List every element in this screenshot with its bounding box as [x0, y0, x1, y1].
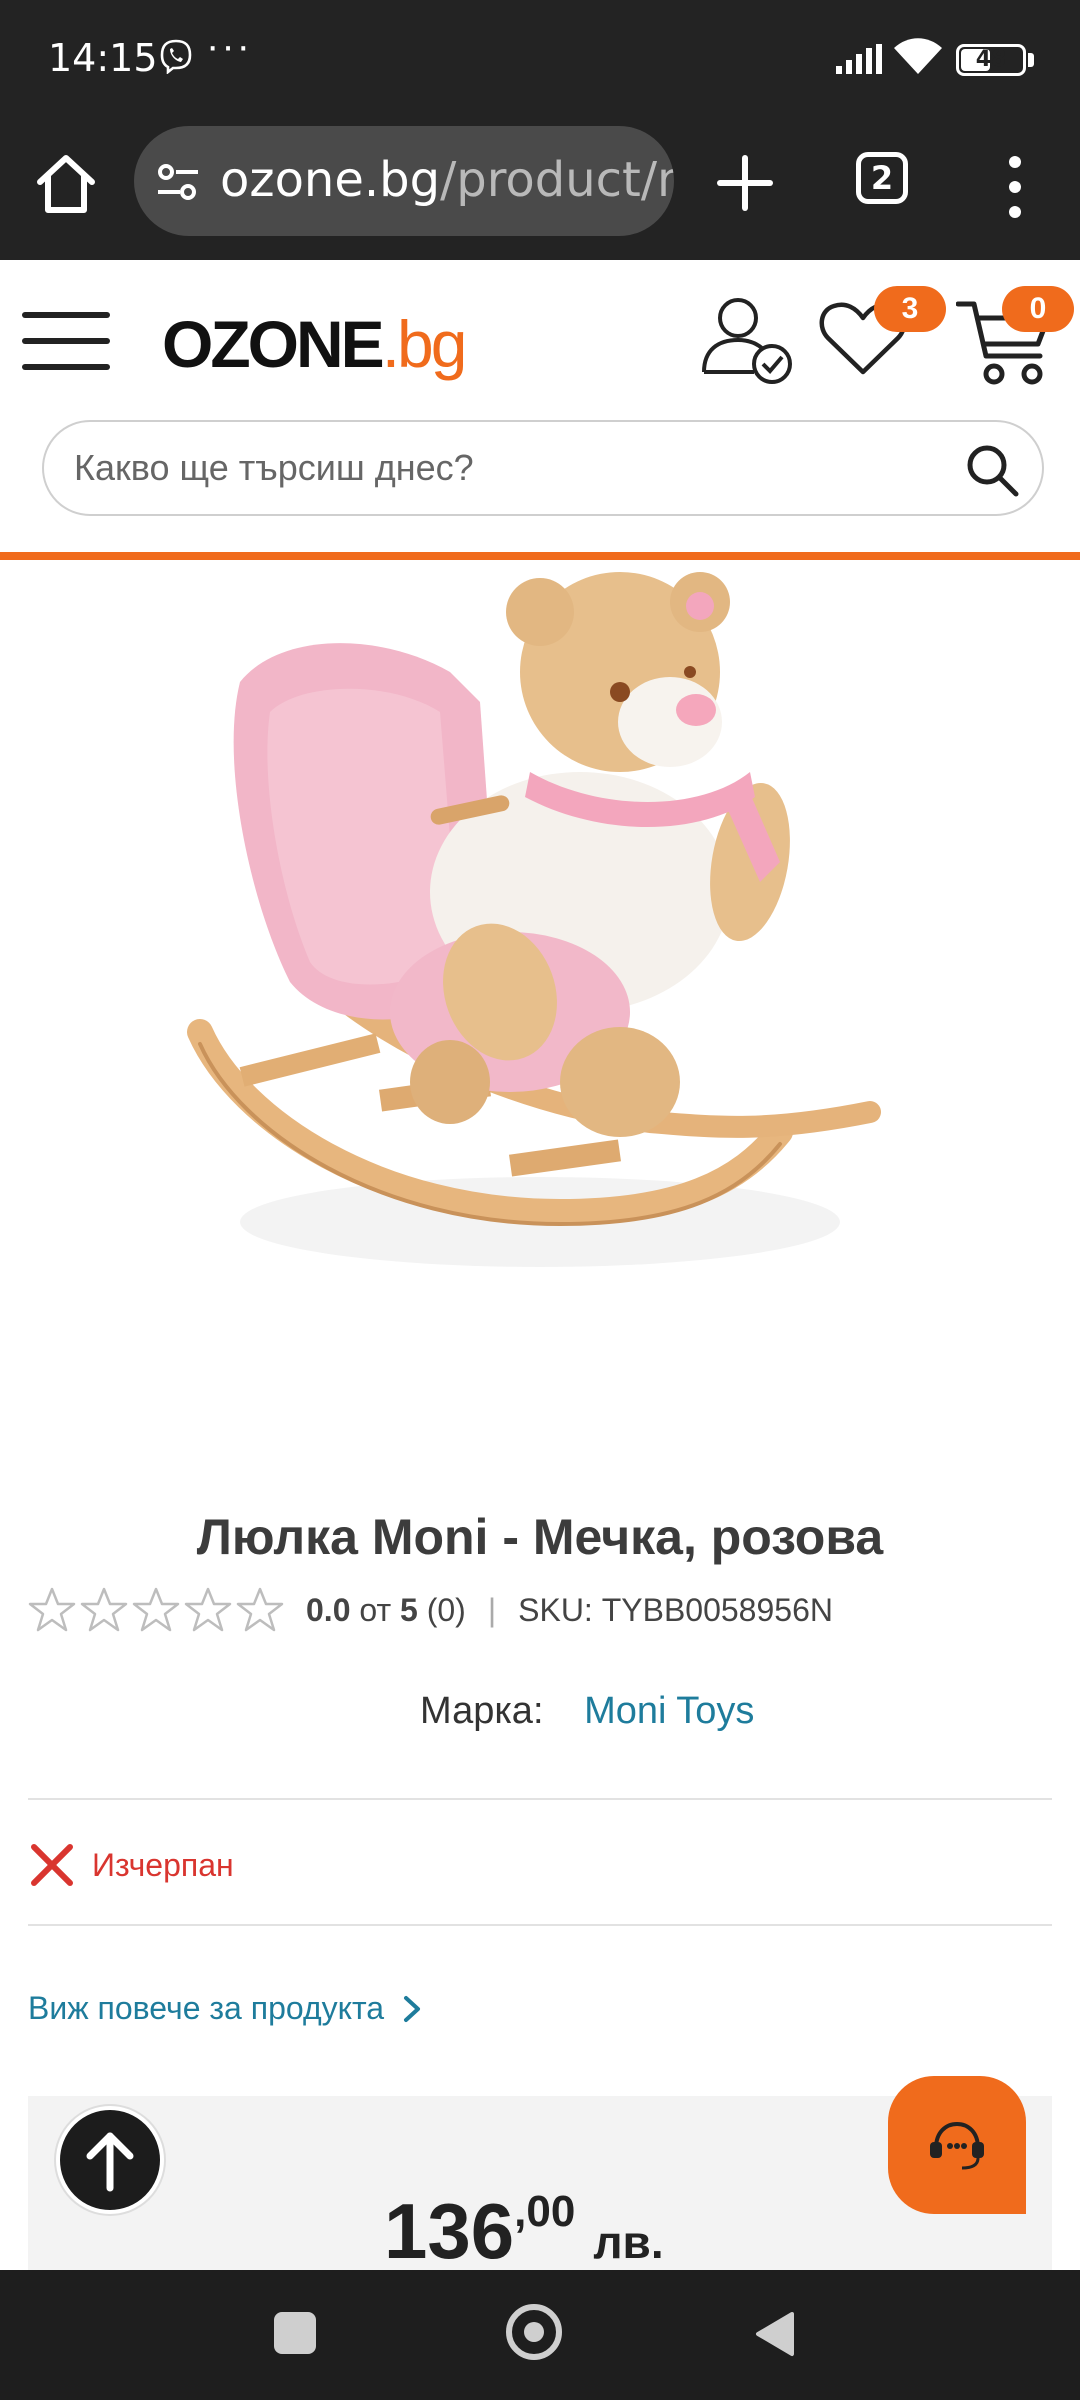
url-text: ozone.bg/product/n	[220, 152, 674, 208]
close-icon	[31, 1844, 73, 1886]
browser-toolbar: ozone.bg/product/n 2	[0, 118, 1080, 260]
rating-of: от	[350, 1592, 400, 1629]
cart-count-badge: 0	[1002, 286, 1074, 332]
price-currency: лв.	[593, 2216, 664, 2268]
viber-icon	[160, 39, 192, 74]
arrow-up-icon	[86, 2132, 134, 2192]
brand-link[interactable]: Moni Toys	[584, 1690, 754, 1732]
divider	[28, 1924, 1052, 1926]
star-icon	[28, 1587, 76, 1632]
status-time: 14:15	[48, 36, 158, 80]
product-image[interactable]	[180, 562, 900, 1352]
signal-icon	[836, 44, 882, 74]
search-input[interactable]	[74, 422, 954, 514]
system-nav-bar	[0, 2270, 1080, 2400]
logo-suffix: .bg	[381, 307, 468, 381]
battery-icon: 48	[956, 44, 1026, 76]
rating-value: 0.0	[306, 1591, 351, 1628]
rating-count[interactable]: (0)	[418, 1592, 466, 1629]
sku-value-text: TYBB0058956N	[601, 1591, 833, 1628]
chevron-right-icon	[404, 1995, 421, 2022]
home-circle-icon[interactable]	[506, 2304, 562, 2360]
star-icon	[184, 1587, 232, 1632]
status-bar: 14:15 ··· 48	[0, 0, 1080, 118]
rating-count-text: (0)	[426, 1591, 466, 1628]
divider	[28, 1798, 1052, 1800]
star-icon	[80, 1587, 128, 1632]
battery-tip	[1028, 53, 1034, 67]
star-icon	[236, 1587, 284, 1632]
rating-row: 0.0 от 5 (0) | SKU: TYBB0058956N	[28, 1582, 833, 1638]
address-bar[interactable]: ozone.bg/product/n	[134, 126, 674, 236]
wifi-icon	[894, 38, 942, 74]
notification-dots: ···	[206, 24, 252, 68]
account-icon[interactable]	[700, 296, 796, 386]
tune-icon[interactable]	[156, 162, 200, 202]
brand-row: Марка: Moni Toys	[420, 1690, 754, 1733]
rating-of-text: от	[359, 1591, 392, 1628]
battery-percent: 48	[975, 47, 1007, 72]
hamburger-menu-icon[interactable]	[20, 306, 112, 376]
plus-icon[interactable]	[710, 148, 780, 218]
back-icon[interactable]	[752, 2310, 796, 2358]
availability-text: Изчерпан	[92, 1846, 234, 1883]
star-icon	[132, 1587, 180, 1632]
url-domain: ozone.bg	[220, 152, 441, 208]
url-path: /product/n	[440, 152, 674, 208]
recents-icon[interactable]	[274, 2312, 316, 2354]
price-integer: 136	[384, 2187, 515, 2275]
scroll-to-top-button[interactable]	[56, 2106, 164, 2214]
search-box	[42, 420, 1044, 516]
logo-main: OZONE	[162, 307, 385, 381]
price-decimal: ,00	[514, 2187, 576, 2236]
more-info-link[interactable]: Виж повече за продукта	[28, 1990, 424, 2027]
more-vert-icon[interactable]	[1000, 152, 1030, 222]
sku-value: TYBB0058956N	[593, 1592, 833, 1629]
headset-chat-icon	[930, 2121, 984, 2170]
site-logo[interactable]: OZONE.bg	[162, 306, 468, 382]
brand-label: Марка:	[420, 1690, 544, 1732]
more-info-text: Виж повече за продукта	[28, 1990, 385, 2026]
rating-stars[interactable]	[28, 1586, 284, 1634]
support-chat-button[interactable]	[888, 2076, 1026, 2214]
home-dot	[524, 2322, 544, 2342]
separator: |	[487, 1591, 497, 1628]
home-icon[interactable]	[30, 148, 102, 220]
wishlist-count-badge: 3	[874, 286, 946, 332]
sku-label: SKU:	[518, 1591, 593, 1628]
site-header: OZONE.bg 3 0	[0, 260, 1080, 560]
product-title: Люлка Moni - Мечка, розова	[196, 1509, 884, 1565]
price: 136,00 лв.	[384, 2186, 664, 2277]
tab-switcher-button[interactable]: 2	[856, 152, 908, 204]
availability-status: Изчерпан	[28, 1838, 234, 1892]
rating-max: 5	[400, 1591, 418, 1628]
search-icon[interactable]	[964, 442, 1020, 498]
